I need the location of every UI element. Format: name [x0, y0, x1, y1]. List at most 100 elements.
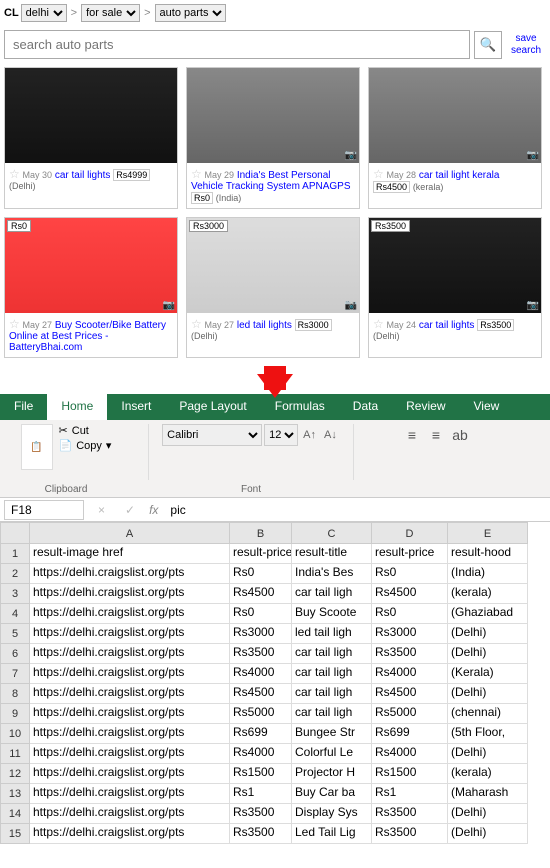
row-header[interactable]: 4	[0, 604, 30, 624]
listing-card[interactable]: 📷 ☆ May 28 car tail light kerala Rs4500 …	[368, 67, 542, 209]
cell[interactable]: (Delhi)	[448, 744, 528, 764]
cell[interactable]: (kerala)	[448, 764, 528, 784]
cell[interactable]: Rs3000	[372, 624, 448, 644]
cell[interactable]: (Delhi)	[448, 644, 528, 664]
cell[interactable]: (Kerala)	[448, 664, 528, 684]
row-header[interactable]: 9	[0, 704, 30, 724]
cell[interactable]: (Maharash	[448, 784, 528, 804]
wrap-text-icon[interactable]: ab	[449, 424, 471, 446]
cell[interactable]: result-price	[372, 544, 448, 564]
select-all-corner[interactable]	[0, 522, 30, 544]
listing-image[interactable]: 📷	[369, 68, 541, 163]
search-button[interactable]: 🔍	[474, 31, 502, 59]
cell[interactable]: Rs4000	[372, 744, 448, 764]
cell[interactable]: result-image href	[30, 544, 230, 564]
cell[interactable]: Rs699	[230, 724, 292, 744]
listing-card[interactable]: 📷 ☆ May 29 India's Best Personal Vehicle…	[186, 67, 360, 209]
align-middle-icon[interactable]: ≡	[425, 424, 447, 446]
cell[interactable]: Rs3500	[372, 824, 448, 844]
cell[interactable]: Buy Car ba	[292, 784, 372, 804]
cell[interactable]: Rs3000	[230, 624, 292, 644]
cell[interactable]: Rs0	[230, 604, 292, 624]
listing-image[interactable]: Rs0📷	[5, 218, 177, 313]
formula-input[interactable]: pic	[168, 501, 546, 519]
cell[interactable]: (5th Floor,	[448, 724, 528, 744]
star-icon[interactable]: ☆	[191, 317, 202, 331]
column-header[interactable]: B	[230, 522, 292, 544]
listing-card[interactable]: ☆ May 30 car tail lights Rs4999 (Delhi)	[4, 67, 178, 209]
listing-title-link[interactable]: led tail lights	[237, 320, 292, 331]
cell[interactable]: Projector H	[292, 764, 372, 784]
column-header[interactable]: D	[372, 522, 448, 544]
row-header[interactable]: 14	[0, 804, 30, 824]
cell[interactable]: result-price	[230, 544, 292, 564]
name-box[interactable]: F18	[4, 500, 84, 520]
cell[interactable]: car tail ligh	[292, 664, 372, 684]
cell[interactable]: (chennai)	[448, 704, 528, 724]
cell[interactable]: Rs3500	[372, 804, 448, 824]
row-header[interactable]: 1	[0, 544, 30, 564]
ribbon-tab-home[interactable]: Home	[47, 394, 107, 420]
cell[interactable]: Rs1500	[372, 764, 448, 784]
search-input[interactable]	[4, 30, 470, 59]
listing-image[interactable]: Rs3000📷	[187, 218, 359, 313]
cell[interactable]: Led Tail Lig	[292, 824, 372, 844]
cell[interactable]: https://delhi.craigslist.org/pts	[30, 684, 230, 704]
listing-title-link[interactable]: car tail lights	[55, 170, 111, 181]
listing-title-link[interactable]: car tail lights	[419, 320, 475, 331]
cell[interactable]: India's Bes	[292, 564, 372, 584]
increase-font-icon[interactable]: A↑	[300, 426, 319, 444]
cell[interactable]: https://delhi.craigslist.org/pts	[30, 584, 230, 604]
listing-card[interactable]: Rs3500📷 ☆ May 24 car tail lights Rs3500 …	[368, 217, 542, 358]
cell[interactable]: Rs0	[372, 604, 448, 624]
cell[interactable]: https://delhi.craigslist.org/pts	[30, 624, 230, 644]
cell[interactable]: led tail ligh	[292, 624, 372, 644]
ribbon-tab-review[interactable]: Review	[392, 394, 459, 420]
row-header[interactable]: 6	[0, 644, 30, 664]
ribbon-tab-insert[interactable]: Insert	[107, 394, 165, 420]
cell[interactable]: https://delhi.craigslist.org/pts	[30, 824, 230, 844]
row-header[interactable]: 2	[0, 564, 30, 584]
font-size-select[interactable]: 12	[264, 424, 298, 446]
ribbon-tab-file[interactable]: File	[0, 394, 47, 420]
listing-image[interactable]: 📷	[187, 68, 359, 163]
row-header[interactable]: 15	[0, 824, 30, 844]
cell[interactable]: Rs3500	[230, 824, 292, 844]
cell[interactable]: car tail ligh	[292, 704, 372, 724]
row-header[interactable]: 12	[0, 764, 30, 784]
formula-cancel-icon[interactable]: ×	[92, 503, 119, 517]
cell[interactable]: Rs5000	[230, 704, 292, 724]
font-name-select[interactable]: Calibri	[162, 424, 262, 446]
star-icon[interactable]: ☆	[373, 317, 384, 331]
cell[interactable]: Rs1	[372, 784, 448, 804]
cell[interactable]: Rs699	[372, 724, 448, 744]
cell[interactable]: https://delhi.craigslist.org/pts	[30, 744, 230, 764]
star-icon[interactable]: ☆	[373, 167, 384, 181]
cell[interactable]: https://delhi.craigslist.org/pts	[30, 644, 230, 664]
cell[interactable]: Rs1500	[230, 764, 292, 784]
cell[interactable]: Rs4500	[372, 684, 448, 704]
paste-button[interactable]: 📋	[21, 424, 53, 470]
cell[interactable]: (India)	[448, 564, 528, 584]
crumb-section[interactable]: for sale	[81, 4, 140, 22]
row-header[interactable]: 10	[0, 724, 30, 744]
cell[interactable]: https://delhi.craigslist.org/pts	[30, 784, 230, 804]
row-header[interactable]: 5	[0, 624, 30, 644]
cell[interactable]: (Delhi)	[448, 624, 528, 644]
cell[interactable]: https://delhi.craigslist.org/pts	[30, 724, 230, 744]
fx-icon[interactable]: fx	[149, 503, 168, 517]
listing-title-link[interactable]: car tail light kerala	[419, 170, 500, 181]
column-header[interactable]: E	[448, 522, 528, 544]
cell[interactable]: Buy Scoote	[292, 604, 372, 624]
row-header[interactable]: 13	[0, 784, 30, 804]
cell[interactable]: Rs5000	[372, 704, 448, 724]
cell[interactable]: Rs3500	[372, 644, 448, 664]
cell[interactable]: car tail ligh	[292, 584, 372, 604]
column-header[interactable]: C	[292, 522, 372, 544]
formula-enter-icon[interactable]: ✓	[119, 503, 149, 517]
cell[interactable]: Rs4500	[230, 584, 292, 604]
cell[interactable]: Rs4000	[230, 744, 292, 764]
row-header[interactable]: 3	[0, 584, 30, 604]
cell[interactable]: Rs4000	[372, 664, 448, 684]
cell[interactable]: Rs3500	[230, 804, 292, 824]
